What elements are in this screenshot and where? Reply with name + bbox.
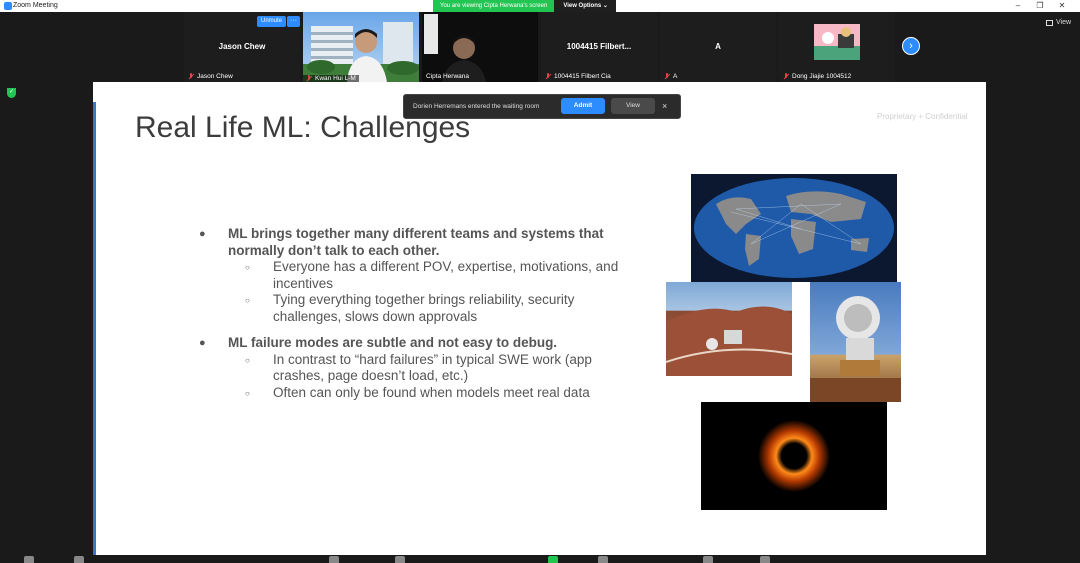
- share-banner: You are viewing Cipta Herwana's screen V…: [433, 0, 616, 12]
- share-screen-icon[interactable]: [548, 556, 558, 563]
- participant-display-name: A: [715, 42, 721, 51]
- sub-bullet-text: Often can only be found when models meet…: [273, 384, 590, 400]
- participant-tile-active-speaker[interactable]: Cipta Herwana: [422, 12, 538, 82]
- view-layout-button[interactable]: View: [1046, 19, 1071, 26]
- more-icon[interactable]: [760, 556, 770, 563]
- sub-bullet-item: ○ Often can only be found when models mee…: [199, 385, 619, 402]
- bullet-dot-icon: ●: [199, 337, 206, 349]
- participant-tile[interactable]: 1004415 Filbert... 1004415 Filbert Cia: [541, 12, 657, 82]
- microphone-icon[interactable]: [24, 556, 34, 563]
- mic-muted-icon: [188, 73, 194, 80]
- more-options-button[interactable]: ···: [287, 16, 300, 27]
- participant-display-name: 1004415 Filbert...: [566, 42, 632, 51]
- mountain-observatory-image: [666, 282, 792, 376]
- sub-bullet-circle-icon: ○: [245, 355, 250, 365]
- participant-label: 1004415 Filbert Cia: [545, 73, 611, 80]
- participant-tile[interactable]: Kwan Hui L-M: [303, 12, 419, 82]
- minimize-icon[interactable]: –: [1012, 0, 1024, 12]
- participant-label: Kwan Hui L-M: [303, 75, 359, 82]
- reactions-icon[interactable]: [703, 556, 713, 563]
- waiting-room-notification: Dorien Herremans entered the waiting roo…: [403, 94, 681, 119]
- participant-tile[interactable]: A A: [660, 12, 776, 82]
- window-title: Zoom Meeting: [13, 2, 58, 9]
- sub-bullet-text: Tying everything together brings reliabi…: [273, 292, 575, 324]
- share-banner-text: You are viewing Cipta Herwana's screen: [433, 0, 555, 12]
- radio-telescope-image: [810, 282, 901, 402]
- black-hole-image: [701, 402, 887, 510]
- record-icon[interactable]: [598, 556, 608, 563]
- participant-label: Dong Jiajie 1004512: [783, 73, 851, 80]
- sub-bullet-circle-icon: ○: [245, 263, 250, 272]
- mic-muted-icon: [306, 75, 312, 82]
- participant-label-text: 1004415 Filbert Cia: [554, 73, 611, 80]
- participant-video: [303, 12, 419, 82]
- world-map-image: [691, 174, 897, 282]
- close-icon[interactable]: ✕: [1056, 0, 1068, 12]
- bullet-item: ● ML failure modes are subtle and not eas…: [199, 335, 619, 352]
- sub-bullet-item: ○ In contrast to “hard failures” in typic…: [199, 352, 619, 385]
- security-shield-icon[interactable]: ✓: [7, 88, 16, 98]
- slide-bullet-list: ● ML brings together many different teams…: [199, 226, 619, 401]
- slide-edge-accent: [93, 102, 96, 555]
- participant-video: [422, 12, 538, 82]
- bullet-dot-icon: ●: [199, 228, 206, 240]
- participant-label-text: A: [673, 73, 678, 80]
- slide-watermark: Proprietary + Confidential: [877, 112, 968, 121]
- chevron-right-icon: ›: [909, 40, 913, 52]
- view-waiting-room-button[interactable]: View: [611, 98, 655, 114]
- meeting-toolbar: [0, 555, 1080, 563]
- sub-bullet-circle-icon: ○: [245, 388, 250, 398]
- mic-muted-icon: [545, 73, 551, 80]
- next-page-button[interactable]: ›: [902, 37, 920, 55]
- waiting-room-message: Dorien Herremans entered the waiting roo…: [413, 103, 540, 110]
- sub-bullet-item: ○ Tying everything together brings reliab…: [199, 292, 619, 325]
- close-notification-icon[interactable]: ×: [662, 95, 667, 118]
- participant-avatar: [814, 24, 860, 60]
- restore-icon[interactable]: ❐: [1034, 0, 1046, 12]
- zoom-logo-icon: [4, 2, 12, 10]
- participant-display-name: Jason Chew: [218, 42, 266, 51]
- grid-icon: [1046, 19, 1053, 26]
- mic-muted-icon: [664, 73, 670, 80]
- participant-label: Cipta Herwana: [426, 73, 469, 80]
- participant-label: A: [664, 73, 677, 80]
- bullet-text: ML brings together many different teams …: [228, 226, 604, 258]
- sub-bullet-item: ○ Everyone has a different POV, expertise…: [199, 259, 619, 292]
- view-options-button[interactable]: View Options ⌄: [554, 0, 616, 12]
- participant-label-text: Kwan Hui L-M: [315, 75, 356, 82]
- shared-screen-slide: Real Life ML: Challenges Proprietary + C…: [93, 82, 986, 555]
- participants-icon[interactable]: [395, 556, 405, 563]
- view-layout-label: View: [1056, 19, 1072, 26]
- security-icon[interactable]: [329, 556, 339, 563]
- participant-tile[interactable]: Dong Jiajie 1004512: [779, 12, 895, 82]
- participant-label: Jason Chew: [188, 73, 233, 80]
- bullet-item: ● ML brings together many different teams…: [199, 226, 619, 259]
- admit-button[interactable]: Admit: [561, 98, 605, 114]
- sub-bullet-text: Everyone has a different POV, expertise,…: [273, 259, 619, 291]
- video-icon[interactable]: [74, 556, 84, 563]
- unmute-button[interactable]: Unmute: [257, 16, 286, 27]
- bullet-text: ML failure modes are subtle and not easy…: [228, 335, 558, 350]
- participant-label-text: Dong Jiajie 1004512: [792, 73, 852, 80]
- participant-label-text: Cipta Herwana: [426, 73, 469, 80]
- participant-label-text: Jason Chew: [197, 73, 233, 80]
- sub-bullet-text: In contrast to “hard failures” in typica…: [273, 351, 592, 384]
- mic-muted-icon: [783, 73, 789, 80]
- sub-bullet-circle-icon: ○: [245, 296, 250, 305]
